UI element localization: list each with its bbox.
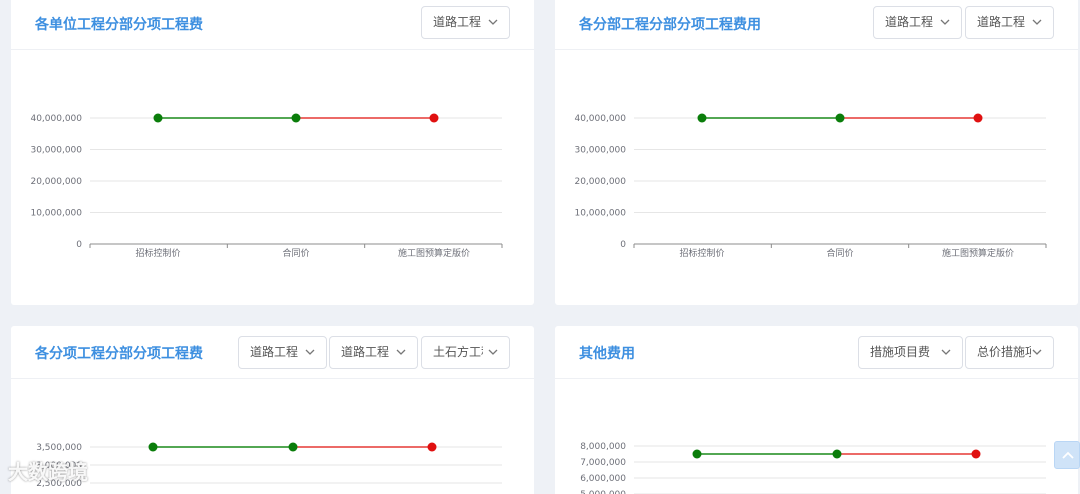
watermark: 大数跨境 <box>8 460 88 484</box>
line-chart: 0 10,000,000 20,000,000 30,000,000 40,000,00… <box>574 113 1047 259</box>
x-category-label: 施工图预算定版价 <box>942 247 1014 259</box>
data-point <box>832 449 842 459</box>
y-tick-label: 7,000,000 <box>580 458 626 468</box>
y-tick-label: 20,000,000 <box>30 177 82 187</box>
y-tick-label: 40,000,000 <box>30 114 82 124</box>
y-tick-label: 10,000,000 <box>574 209 626 219</box>
panel-item-works: 各分项工程分部分项工程费 道路工程 道路工程 土石方工程 2,500,0003,… <box>11 326 534 494</box>
data-point <box>971 449 981 459</box>
y-tick-label: 3,500,000 <box>36 443 82 453</box>
x-category-label: 招标控制价 <box>135 247 180 259</box>
data-point <box>427 442 437 452</box>
y-tick-label: 0 <box>76 240 82 250</box>
y-tick-label: 20,000,000 <box>574 177 626 187</box>
line-chart: 0 10,000,000 20,000,000 30,000,000 40,000,00… <box>30 113 503 259</box>
x-category-label: 招标控制价 <box>679 247 724 259</box>
y-tick-label: 6,000,000 <box>580 474 626 484</box>
data-point <box>692 449 702 459</box>
data-point <box>429 113 439 123</box>
chevron-up-icon <box>1062 451 1074 459</box>
data-point <box>973 113 983 123</box>
y-tick-label: 8,000,000 <box>580 442 626 452</box>
y-tick-label: 30,000,000 <box>30 146 82 156</box>
line-chart: 2,500,0003,000,0003,500,000 <box>36 442 502 489</box>
y-tick-label: 10,000,000 <box>30 209 82 219</box>
y-tick-label: 30,000,000 <box>574 146 626 156</box>
data-point <box>153 113 163 123</box>
y-tick-label: 5,000,000 <box>580 490 626 494</box>
data-point <box>697 113 707 123</box>
y-tick-label: 0 <box>620 240 626 250</box>
data-point <box>835 113 845 123</box>
x-category-label: 合同价 <box>826 247 853 259</box>
data-point <box>291 113 301 123</box>
data-point <box>148 442 158 452</box>
x-category-label: 施工图预算定版价 <box>398 247 470 259</box>
x-category-label: 合同价 <box>282 247 309 259</box>
y-tick-label: 40,000,000 <box>574 114 626 124</box>
panel-unit-works: 各单位工程分部分项工程费 道路工程 0 10,000,000 20,000,000 3… <box>11 0 534 305</box>
line-chart: 5,000,000 6,000,000 7,000,000 8,000,000 <box>580 442 1046 494</box>
panel-division-works: 各分部工程分部分项工程费用 道路工程 道路工程 0 10,000,000 20,00… <box>555 0 1078 305</box>
panel-other-costs: 其他费用 措施项目费 总价措施项目 5,000,0006,000,0007,00… <box>555 326 1078 494</box>
data-point <box>288 442 298 452</box>
scroll-top-button[interactable] <box>1054 441 1080 469</box>
